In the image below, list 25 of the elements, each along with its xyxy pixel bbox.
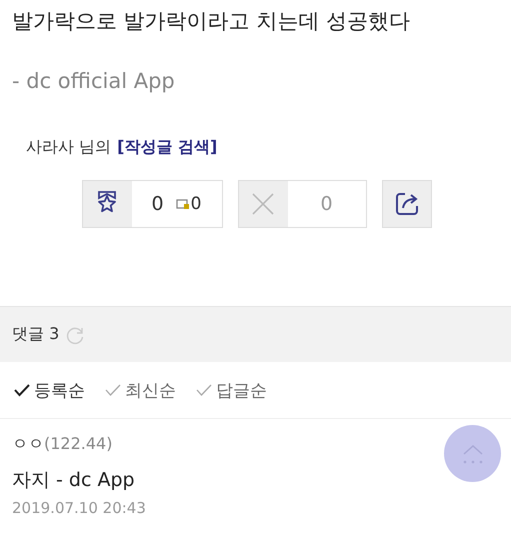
share-button[interactable]	[382, 180, 432, 228]
check-icon	[105, 383, 121, 397]
comment-count-label: 댓글 3	[12, 324, 60, 345]
recommend-button[interactable]	[82, 181, 132, 227]
post-title: 발가락으로 발가락이라고 치는데 성공했다	[12, 8, 412, 35]
sort-option[interactable]: 답글순	[196, 378, 267, 402]
post-search-link[interactable]: [작성글 검색]	[117, 136, 218, 158]
source-text: - dc official App	[12, 68, 176, 95]
downvote-count: 0	[320, 193, 333, 215]
refresh-icon[interactable]	[65, 324, 86, 344]
check-icon	[14, 383, 30, 397]
check-icon	[196, 383, 212, 397]
commenter-ip: (122.44)	[44, 433, 112, 455]
sort-option[interactable]: 등록순	[14, 378, 85, 402]
comment-date: 2019.07.10 20:43	[12, 499, 147, 517]
fixed-recommend-icon	[176, 198, 190, 210]
sort-option[interactable]: 최신순	[105, 378, 176, 402]
author-name: 사라사 님의	[26, 136, 112, 158]
fixed-recommend-count: 0	[190, 194, 202, 214]
share-icon	[394, 191, 420, 217]
downvote-button[interactable]	[238, 181, 288, 227]
x-icon	[251, 192, 275, 216]
recommend-count: 0	[152, 193, 164, 215]
commenter-nickname: ㅇㅇ	[12, 433, 44, 455]
comment-text: 자지 - dc App	[12, 468, 136, 493]
